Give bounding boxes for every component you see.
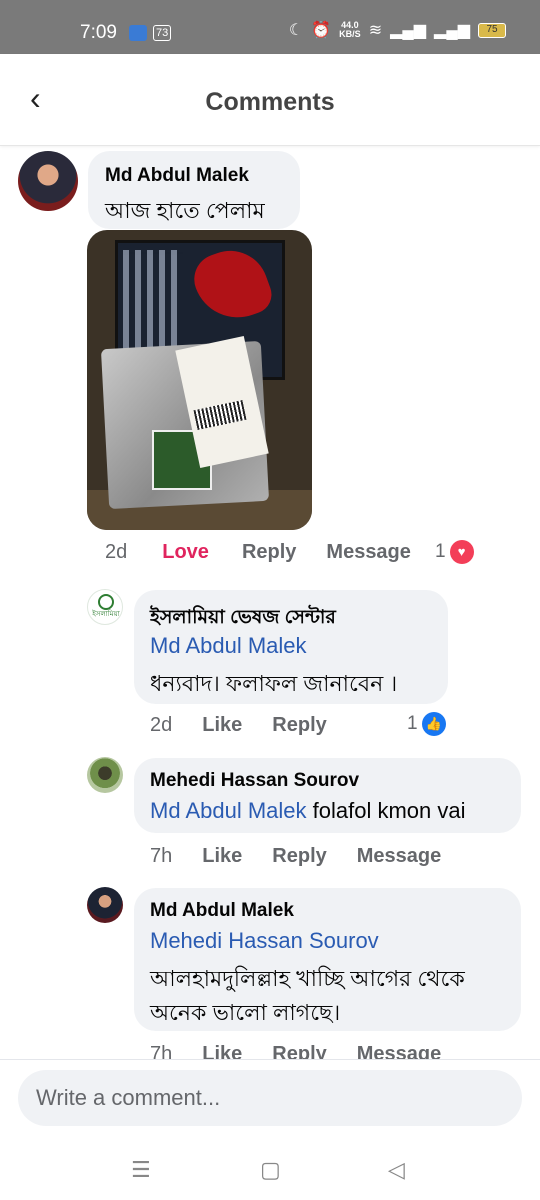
- avatar[interactable]: [87, 887, 123, 923]
- avatar[interactable]: [18, 151, 78, 211]
- like-button[interactable]: Like: [202, 845, 242, 868]
- comment-time: 7h: [150, 1043, 173, 1059]
- love-button[interactable]: Love: [162, 541, 209, 564]
- comment-text-line-2: অনেক ভালো লাগছে।: [150, 1000, 341, 1025]
- app-header: ‹ Comments: [0, 54, 540, 146]
- comment-time: 2d: [150, 714, 173, 736]
- comment-text: আজ হাতে পেলাম: [105, 198, 265, 223]
- comment-text: folafol kmon vai: [306, 798, 466, 823]
- menu-icon[interactable]: ☰: [131, 1157, 151, 1183]
- home-square-icon[interactable]: ▢: [260, 1157, 281, 1183]
- message-button[interactable]: Message: [326, 541, 411, 564]
- comment-actions: 2d Like Reply: [150, 714, 327, 737]
- wifi-icon: ≋: [368, 22, 383, 39]
- heart-icon: ♥: [449, 540, 474, 564]
- thumbs-up-icon: 👍: [421, 712, 446, 736]
- reaction-count: 1: [407, 713, 418, 734]
- reply-button[interactable]: Reply: [272, 714, 326, 737]
- like-button[interactable]: Like: [202, 714, 242, 737]
- signal-2-icon: ▂▄▆: [434, 22, 470, 39]
- comment-input[interactable]: [18, 1070, 522, 1126]
- reaction-summary[interactable]: 1 ♥: [435, 540, 474, 564]
- comment-bubble[interactable]: Mehedi Hassan Sourov Md Abdul Malek fola…: [134, 758, 521, 833]
- comment-time: 7h: [150, 845, 173, 867]
- message-button[interactable]: Message: [357, 845, 442, 868]
- comments-list[interactable]: Md Abdul Malek আজ হাতে পেলাম 2d Love Rep…: [0, 147, 540, 1059]
- status-time: 7:09: [80, 22, 117, 43]
- comment-actions: 2d Love Reply Message: [105, 541, 411, 564]
- status-bar: 7:09 73 ☾ ⏰ 44.0 KB/S ≋ ▂▄▆ ▂▄▆ 75: [0, 0, 540, 54]
- comment-time: 2d: [105, 541, 128, 563]
- comment-bubble[interactable]: Md Abdul Malek আজ হাতে পেলাম: [88, 151, 300, 229]
- avatar[interactable]: ইসলামিয়া: [87, 589, 123, 625]
- photo-desktop-icons: [123, 250, 183, 350]
- comment-mention[interactable]: Md Abdul Malek: [150, 798, 307, 823]
- battery-icon: 75: [478, 22, 506, 38]
- comment-mention[interactable]: Md Abdul Malek: [150, 633, 307, 659]
- reply-button[interactable]: Reply: [272, 845, 326, 868]
- status-indicators: ☾ ⏰ 44.0 KB/S ≋ ▂▄▆ ▂▄▆ 75: [289, 20, 506, 40]
- reaction-summary[interactable]: 1 👍: [407, 712, 446, 736]
- comment-composer: [0, 1059, 540, 1143]
- comment-actions: 7h Like Reply Message: [150, 1043, 441, 1059]
- reply-button[interactable]: Reply: [272, 1043, 326, 1059]
- alarm-icon: ⏰: [311, 22, 332, 39]
- system-nav-bar: ☰ ▢ ◁: [0, 1143, 540, 1200]
- back-triangle-icon[interactable]: ◁: [388, 1157, 405, 1183]
- moon-icon: ☾: [288, 22, 304, 39]
- message-button[interactable]: Message: [357, 1043, 442, 1059]
- network-speed-unit: KB/S: [339, 29, 361, 39]
- avatar-logo-text: ইসলামিয়া: [92, 611, 120, 618]
- comment-bubble[interactable]: ইসলামিয়া ভেষজ সেন্টার Md Abdul Malek ধন…: [134, 590, 448, 704]
- network-speed: 44.0 KB/S: [339, 21, 361, 39]
- comment-author[interactable]: Md Abdul Malek: [105, 165, 249, 187]
- comment-mention[interactable]: Mehedi Hassan Sourov: [150, 928, 379, 954]
- avatar[interactable]: [87, 757, 123, 793]
- reply-button[interactable]: Reply: [242, 541, 296, 564]
- comment-text: ধন্যবাদ। ফলাফল জানাবেন ।: [150, 671, 398, 696]
- notification-count-badge: 73: [153, 25, 172, 41]
- like-button[interactable]: Like: [202, 1043, 242, 1059]
- comment-photo[interactable]: [87, 230, 312, 530]
- comment-text-line-1: আলহামদুলিল্লাহ খাচ্ছি আগের থেকে: [150, 966, 465, 991]
- app-notification-icon: [129, 25, 147, 41]
- comment-author[interactable]: Mehedi Hassan Sourov: [150, 770, 359, 792]
- comment-author[interactable]: Md Abdul Malek: [150, 900, 294, 922]
- page-title: Comments: [205, 88, 335, 116]
- comment-bubble[interactable]: Md Abdul Malek Mehedi Hassan Sourov আলহা…: [134, 888, 521, 1031]
- comment-author[interactable]: ইসলামিয়া ভেষজ সেন্টার: [150, 603, 336, 635]
- reaction-count: 1: [435, 541, 446, 562]
- leaf-icon: [98, 594, 114, 610]
- comment-actions: 7h Like Reply Message: [150, 845, 441, 868]
- signal-icon: ▂▄▆: [390, 22, 427, 39]
- comment-text-line: Md Abdul Malek folafol kmon vai: [150, 798, 466, 824]
